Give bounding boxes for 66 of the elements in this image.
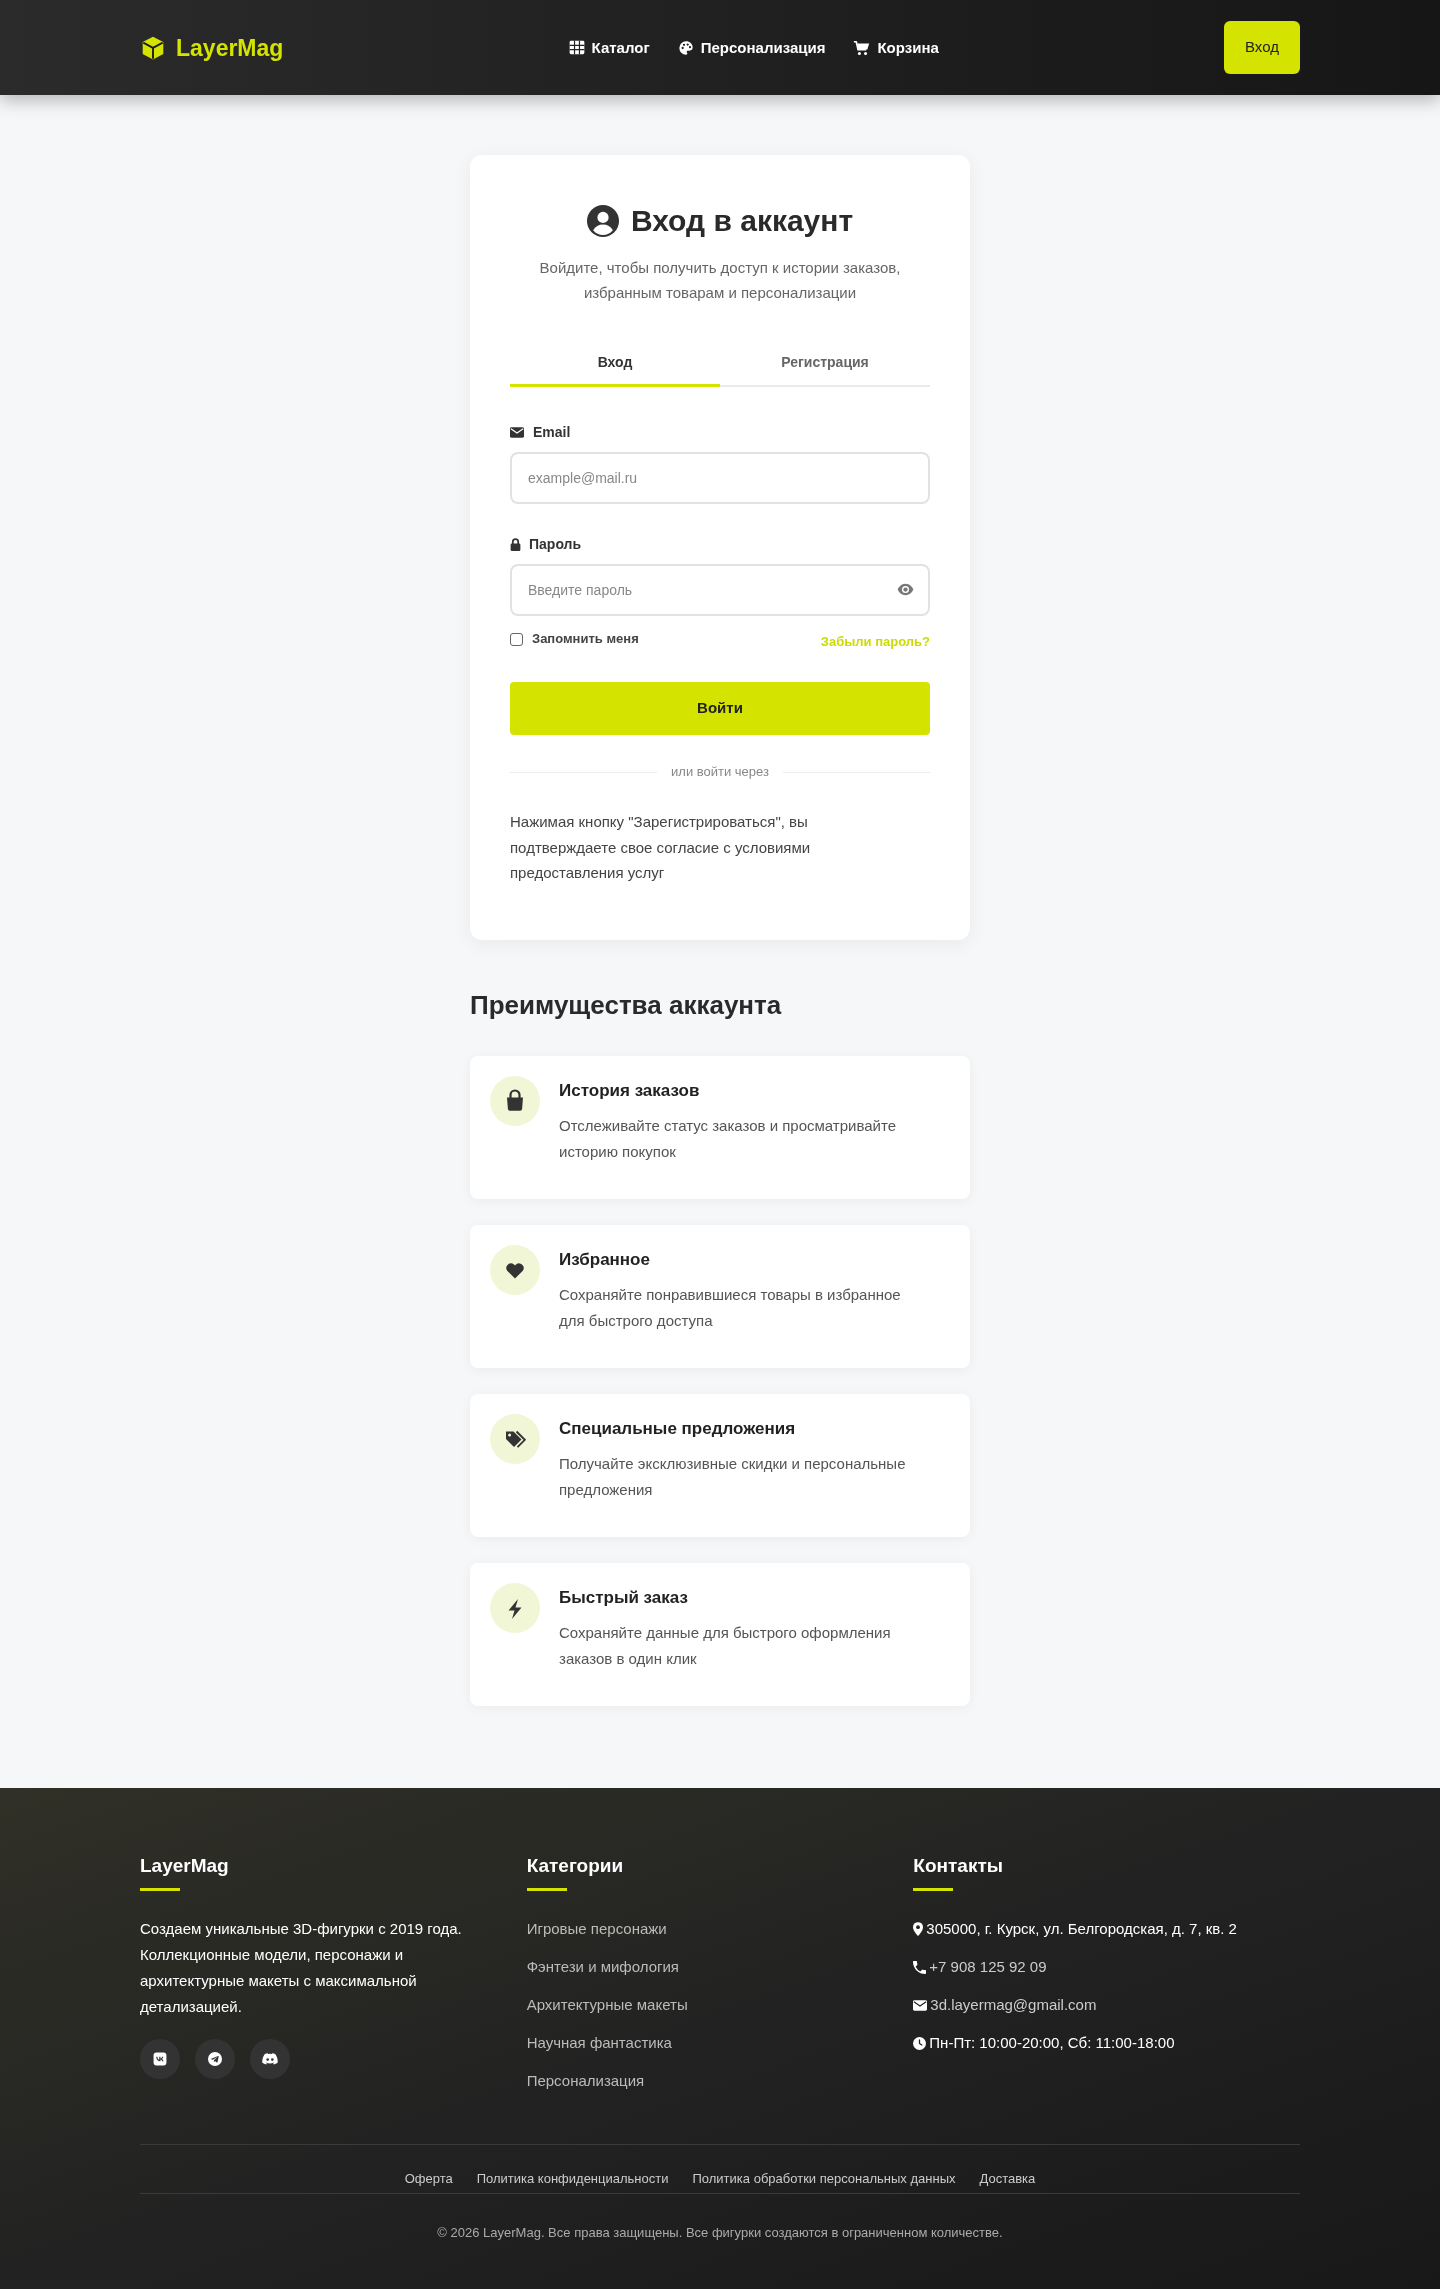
logo-link[interactable]: LayerMag [140, 32, 284, 63]
legal-link[interactable]: Доставка [979, 2169, 1036, 2189]
benefit-description: Сохраняйте данные для быстрого оформления заказов в один клик [559, 1622, 892, 1669]
checkbox-label: Запомнить меня [532, 631, 639, 647]
gamepad-icon [262, 2053, 278, 2065]
eye-icon[interactable] [897, 583, 914, 596]
map-pin-icon [913, 1922, 924, 1936]
footer-heading: Контакты [913, 1854, 1003, 1878]
footer-heading: Категории [526, 1854, 624, 1878]
footer-link[interactable]: Архитектурные макеты [526, 1992, 688, 2018]
benefit-title: Быстрый заказ [559, 1586, 688, 1609]
contact-link[interactable]: 3d.layermag@gmail.com [930, 1992, 1097, 2018]
contact-text: Пн-Пт: 10:00-20:00, Сб: 11:00-18:00 [929, 2033, 1175, 2053]
user-circle-icon [586, 205, 619, 237]
section-title: Преимущества аккаунта [470, 988, 782, 1022]
lightning-bolt-icon [490, 1582, 540, 1633]
field-label: Email [533, 423, 571, 442]
table-icon [568, 40, 585, 55]
legal-link[interactable]: Оферта [404, 2169, 453, 2189]
footer-heading: LayerMag [140, 1854, 229, 1878]
palette-icon [677, 39, 694, 56]
lock-icon [510, 537, 521, 551]
tab[interactable]: Регистрация [720, 340, 930, 387]
field-label: Пароль [529, 535, 582, 554]
benefit-title: История заказов [559, 1079, 700, 1102]
phone-icon [913, 1960, 927, 1974]
benefit-description: Получайте эксклюзивные скидки и персональные предложения [559, 1453, 907, 1500]
legal-link[interactable]: Политика конфиденциальности [476, 2169, 669, 2189]
password-input[interactable]: Введите пароль [510, 564, 930, 616]
benefit-title: Избранное [559, 1248, 650, 1271]
divider-label: или войти через [671, 763, 769, 781]
clock-icon [913, 2036, 927, 2050]
email-input[interactable]: example@mail.ru [510, 452, 930, 504]
footer-description: Создаем уникальные 3D-фигурки с 2019 года. Коллекционные модели, персонажи и архитектурные макеты с максимальной детализацией. [140, 1919, 463, 2017]
envelope-icon [510, 426, 524, 438]
social-link[interactable] [195, 2039, 235, 2079]
login-button[interactable]: Вход [1224, 21, 1300, 74]
benefit-title: Специальные предложения [559, 1417, 796, 1440]
legal-link[interactable]: Политика обработки персональных данных [692, 2169, 956, 2189]
vk-icon [153, 2052, 167, 2066]
terms-text: Нажимая кнопку "Зарегистрироваться", вы подтверждаете свое согласие с условиями предоставления услуг [510, 812, 812, 883]
copyright-text: © 2026 LayerMag. Все права защищены. Все фигурки создаются в ограниченном количестве. [437, 2224, 1003, 2242]
remember-checkbox[interactable] [510, 632, 523, 646]
benefit-description: Отслеживайте статус заказов и просматривайте историю покупок [559, 1115, 897, 1162]
cube-icon [140, 34, 166, 61]
contact-link[interactable]: +7 908 125 92 09 [929, 1954, 1047, 1980]
card-title: Вход в аккаунт [630, 203, 854, 239]
footer-link[interactable]: Игровые персонажи [526, 1916, 667, 1942]
footer-link[interactable]: Научная фантастика [526, 2030, 672, 2056]
tab[interactable]: Вход [510, 340, 720, 387]
nav-link[interactable]: Корзина [853, 37, 939, 58]
card-subtitle: Войдите, чтобы получить доступ к истории заказов, избранным товарам и персонализации [538, 258, 902, 303]
social-link[interactable] [140, 2039, 180, 2079]
envelope-icon [913, 1999, 928, 2011]
submit-button[interactable]: Войти [510, 682, 930, 735]
nav-link[interactable]: Каталог [568, 37, 650, 58]
benefit-description: Сохраняйте понравившиеся товары в избранное для быстрого доступа [559, 1284, 902, 1331]
cart-icon [853, 39, 871, 56]
paper-plane-icon [208, 2052, 222, 2066]
nav-link[interactable]: Персонализация [677, 37, 826, 58]
social-link[interactable] [250, 2039, 290, 2079]
footer-link[interactable]: Фэнтези и мифология [526, 1954, 679, 1980]
shopping-bag-icon [490, 1075, 540, 1126]
contact-text: 305000, г. Курск, ул. Белгородская, д. 7, кв. 2 [926, 1919, 1237, 1939]
tags-icon [490, 1413, 540, 1464]
footer-link[interactable]: Персонализация [526, 2068, 645, 2094]
